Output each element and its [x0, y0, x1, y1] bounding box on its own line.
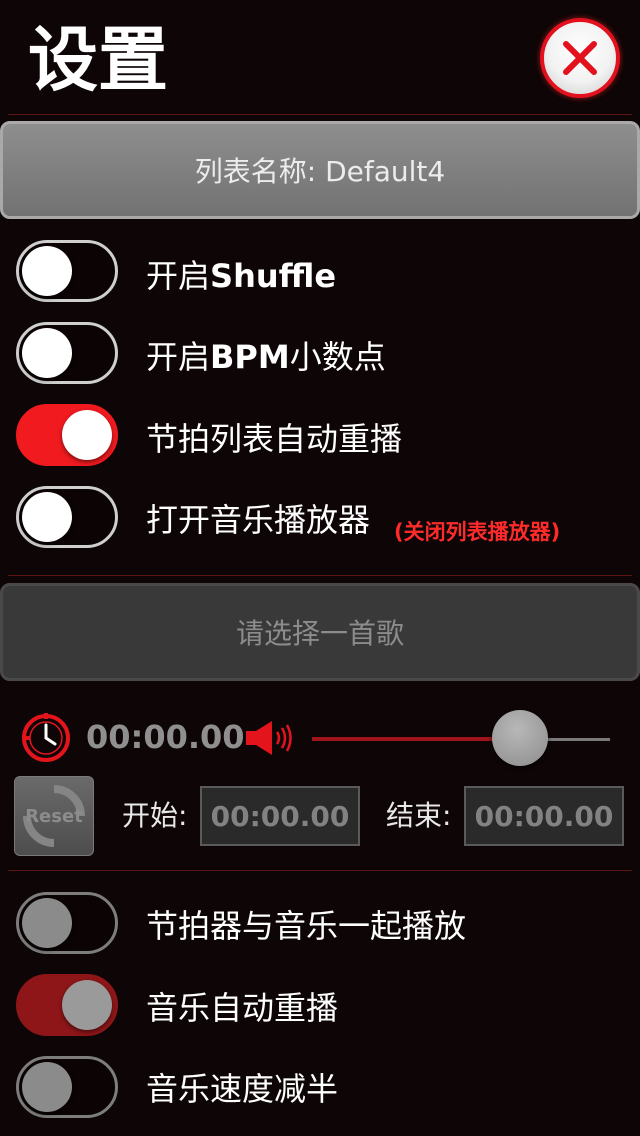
section-divider [8, 575, 632, 576]
metronome-with-music-label: 节拍器与音乐一起播放 [146, 907, 467, 945]
toggle-knob [22, 246, 72, 296]
select-song-label: 请选择一首歌 [235, 617, 404, 650]
toggle-knob [62, 980, 112, 1030]
music-player-label: 打开音乐播放器 [146, 501, 371, 539]
volume-slider-thumb[interactable] [492, 710, 548, 766]
list-name-button[interactable]: 列表名称: Default4 [0, 121, 640, 219]
select-song-button[interactable]: 请选择一首歌 [0, 583, 640, 681]
speaker-icon[interactable] [244, 720, 296, 756]
music-player-toggle[interactable] [16, 486, 118, 548]
toggle-knob [22, 328, 72, 378]
reset-label: Reset [25, 805, 83, 827]
music-autoreplay-label: 音乐自动重播 [146, 989, 339, 1027]
shuffle-toggle[interactable] [16, 240, 118, 302]
beat-list-autoreplay-label: 节拍列表自动重播 [146, 420, 403, 458]
toggle-knob [62, 410, 112, 460]
elapsed-time: 00:00.00 [86, 718, 245, 756]
shuffle-label: 开启Shuffle [146, 257, 337, 295]
toggle-knob [22, 898, 72, 948]
volume-track-filled [312, 737, 520, 741]
end-time-field[interactable]: 00:00.00 [464, 786, 624, 846]
list-name-label: 列表名称: Default4 [194, 155, 446, 188]
toggle-knob [22, 1062, 72, 1112]
close-button[interactable] [540, 18, 620, 98]
start-time-field[interactable]: 00:00.00 [200, 786, 360, 846]
end-label: 结束: [386, 799, 452, 832]
bpm-decimal-label: 开启BPM小数点 [146, 338, 386, 376]
bpm-decimal-toggle[interactable] [16, 322, 118, 384]
page-title: 设置 [28, 19, 168, 101]
reset-button[interactable]: Reset [14, 776, 94, 856]
metronome-with-music-toggle[interactable] [16, 892, 118, 954]
music-autoreplay-toggle[interactable] [16, 974, 118, 1036]
toggle-knob [22, 492, 72, 542]
section-divider [8, 870, 632, 871]
clock-icon [20, 712, 72, 764]
half-speed-toggle[interactable] [16, 1056, 118, 1118]
close-x-icon [563, 41, 597, 75]
start-label: 开始: [122, 799, 188, 832]
close-list-player-note: (关闭列表播放器) [394, 520, 561, 544]
beat-list-autoreplay-toggle[interactable] [16, 404, 118, 466]
header-divider [8, 114, 632, 115]
half-speed-label: 音乐速度减半 [146, 1070, 339, 1108]
